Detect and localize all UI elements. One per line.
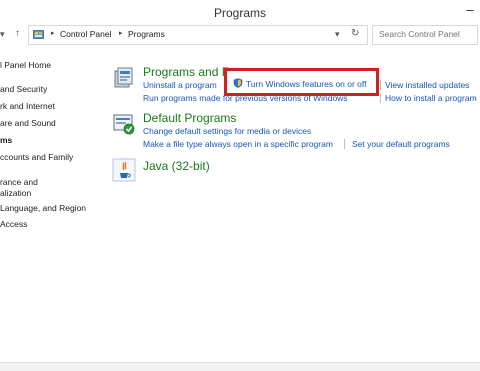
uninstall-program-link[interactable]: Uninstall a program xyxy=(143,80,217,90)
address-bar[interactable]: ▸ Control Panel ▸ Programs ▾ ↻ xyxy=(28,25,368,45)
sidebar-item-control-panel-home[interactable]: l Panel Home xyxy=(0,60,51,70)
sidebar-item-hardware-and-sound[interactable]: are and Sound xyxy=(0,118,56,128)
shield-icon xyxy=(233,78,243,88)
view-installed-updates-link[interactable]: View installed updates xyxy=(385,80,469,90)
java-icon[interactable] xyxy=(112,158,136,182)
sidebar-item-programs[interactable]: ms xyxy=(0,135,12,145)
change-default-settings-link[interactable]: Change default settings for media or dev… xyxy=(143,126,311,136)
sidebar-item-system-and-security[interactable]: and Security xyxy=(0,84,47,94)
chevron-down-icon[interactable]: ▾ xyxy=(335,29,340,40)
sidebar-item-user-accounts[interactable]: ccounts and Family xyxy=(0,152,73,162)
how-to-install-link[interactable]: How to install a program xyxy=(385,93,477,103)
breadcrumb-separator: ▸ xyxy=(119,30,123,37)
sidebar-item-clock-language-region[interactable]: Language, and Region xyxy=(0,203,86,213)
search-input[interactable] xyxy=(379,27,471,41)
back-arrow-icon[interactable]: ▾ xyxy=(0,29,5,40)
default-programs-title[interactable]: Default Programs xyxy=(143,111,236,125)
minimize-button[interactable]: – xyxy=(463,2,477,20)
breadcrumb-programs[interactable]: Programs xyxy=(128,29,165,39)
sidebar-item-ease-of-access[interactable]: Access xyxy=(0,219,27,229)
link-separator xyxy=(380,93,381,103)
up-arrow-icon[interactable]: ↑ xyxy=(15,28,20,39)
java-title[interactable]: Java (32-bit) xyxy=(143,159,210,173)
sidebar-item-network-and-internet[interactable]: rk and Internet xyxy=(0,101,55,111)
programs-and-features-icon[interactable] xyxy=(112,66,136,90)
window-title: Programs xyxy=(213,6,266,20)
breadcrumb-control-panel[interactable]: Control Panel xyxy=(60,29,112,39)
link-separator xyxy=(380,80,381,90)
make-file-type-open-link[interactable]: Make a file type always open in a specif… xyxy=(143,139,333,149)
control-panel-icon xyxy=(33,30,44,39)
sidebar-item-appearance-line2[interactable]: alization xyxy=(0,188,31,198)
refresh-icon[interactable]: ↻ xyxy=(351,28,359,39)
sidebar-item-appearance-line1[interactable]: rance and xyxy=(0,177,38,187)
title-bar: Programs – xyxy=(0,0,480,26)
link-separator xyxy=(344,139,345,149)
address-row: ▾ ↑ ▸ Control Panel ▸ Programs ▾ ↻ xyxy=(0,25,480,45)
default-programs-icon[interactable] xyxy=(112,112,136,136)
set-default-programs-link[interactable]: Set your default programs xyxy=(352,139,450,149)
breadcrumb-separator: ▸ xyxy=(51,30,55,37)
search-box[interactable] xyxy=(372,25,478,45)
turn-windows-features-link[interactable]: Turn Windows features on or off xyxy=(246,79,366,89)
